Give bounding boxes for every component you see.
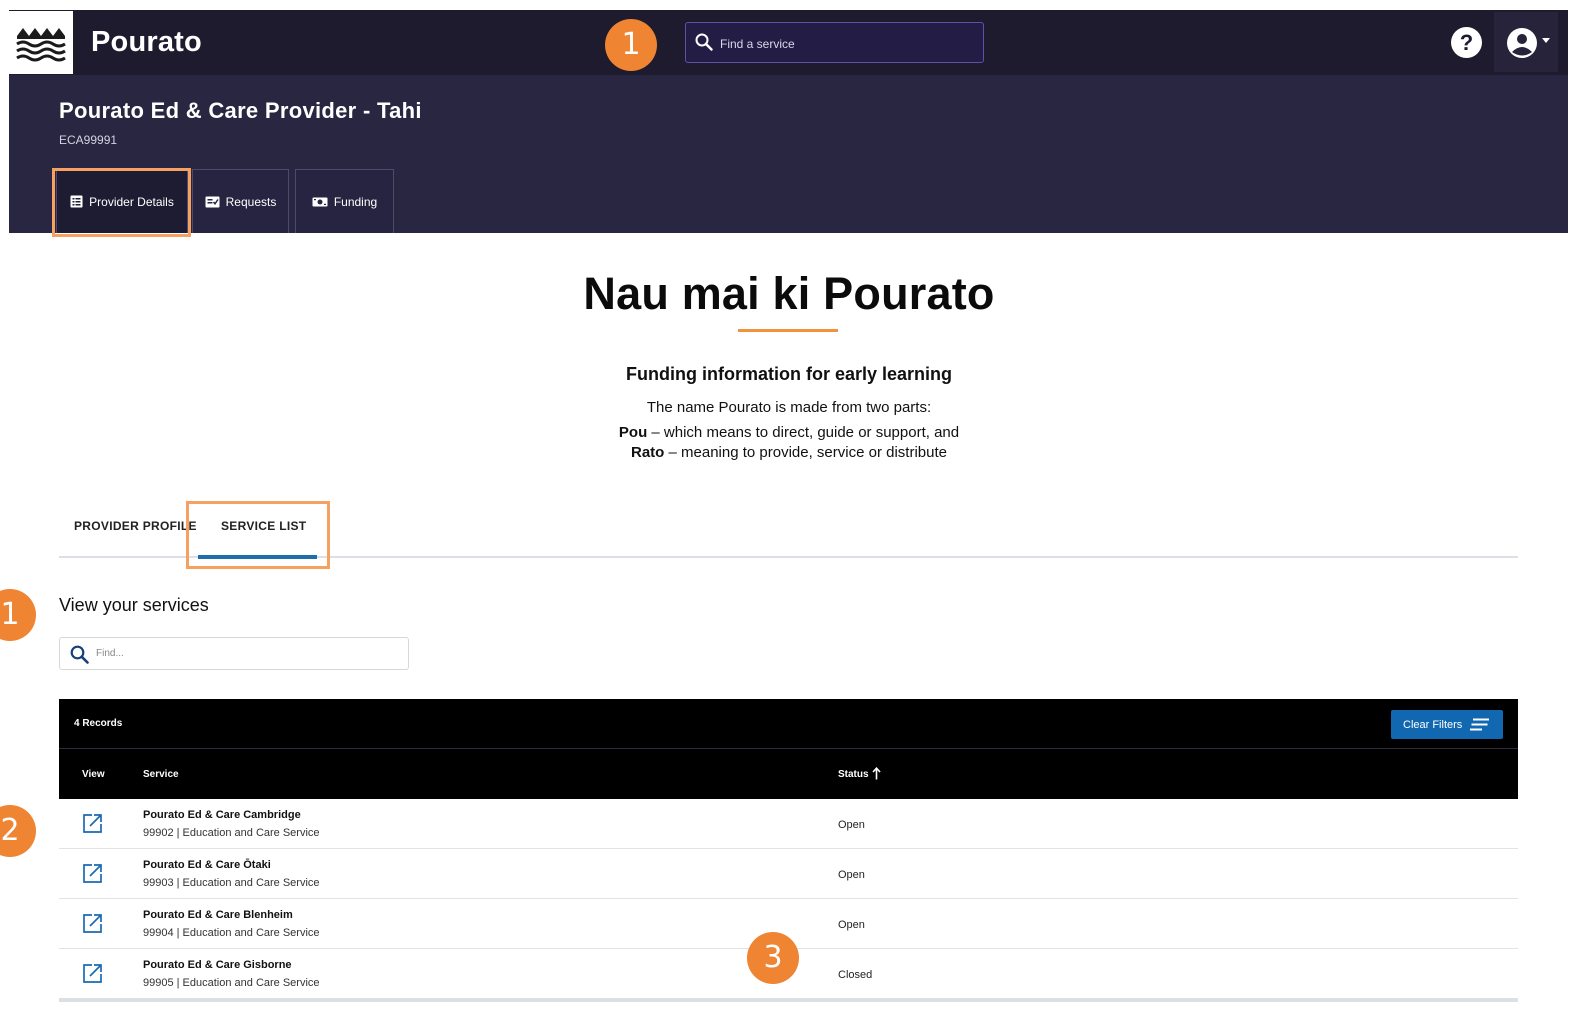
money-icon — [312, 197, 328, 206]
checklist-icon — [205, 196, 220, 207]
help-icon[interactable]: ? — [1451, 27, 1482, 58]
column-status[interactable]: Status — [838, 769, 869, 780]
table-row: Pourato Ed & Care Ōtaki 99903 | Educatio… — [59, 849, 1518, 899]
pou-term: Pou — [618, 424, 648, 441]
column-service[interactable]: Service — [143, 769, 179, 780]
chevron-down-icon — [1542, 38, 1550, 43]
clear-filters-button[interactable]: Clear Filters — [1391, 710, 1503, 739]
service-status: Open — [838, 919, 865, 931]
tab-provider-profile[interactable]: PROVIDER PROFILE — [74, 519, 197, 533]
search-icon — [695, 33, 713, 51]
service-description: 99905 | Education and Care Service — [143, 977, 320, 989]
highlight-provider-details — [52, 168, 191, 237]
open-external-icon[interactable] — [83, 864, 102, 883]
table-footer-line — [59, 998, 1518, 1002]
user-menu[interactable] — [1494, 12, 1558, 72]
service-status: Open — [838, 869, 865, 881]
service-description: 99904 | Education and Care Service — [143, 927, 320, 939]
provider-id: ECA99991 — [59, 133, 118, 147]
open-external-icon[interactable] — [83, 964, 102, 983]
pou-meaning: – which means to direct, guide or suppor… — [647, 424, 960, 441]
search-icon — [70, 645, 89, 664]
section-title: View your services — [59, 595, 209, 615]
service-status: Closed — [838, 969, 873, 981]
highlight-service-list — [186, 501, 330, 569]
sort-ascending-icon[interactable] — [872, 767, 881, 780]
hero-intro: The name Pourato is made from two parts: — [646, 399, 932, 416]
open-external-icon[interactable] — [83, 914, 102, 933]
filter-lines-icon — [1470, 718, 1489, 731]
table-header — [59, 699, 1518, 799]
service-name: Pourato Ed & Care Cambridge — [143, 809, 301, 821]
service-status: Open — [838, 819, 865, 831]
callout-badge: 1 — [605, 19, 657, 71]
column-view: View — [82, 769, 105, 780]
tab-funding[interactable]: Funding — [295, 169, 394, 233]
service-find-input[interactable]: Find... — [59, 637, 409, 670]
tab-requests[interactable]: Requests — [192, 169, 289, 233]
logo[interactable] — [9, 11, 73, 74]
provider-name: Pourato Ed & Care Provider - Tahi — [59, 98, 422, 123]
service-description: 99902 | Education and Care Service — [143, 827, 320, 839]
hero-subtitle: Funding information for early learning — [625, 364, 952, 384]
table-header-divider — [59, 748, 1518, 749]
waves-icon — [16, 27, 66, 61]
open-external-icon[interactable] — [83, 814, 102, 833]
service-description: 99903 | Education and Care Service — [143, 877, 320, 889]
hero-line-rato: Rato – meaning to provide, service or di… — [0, 444, 1578, 461]
service-name: Pourato Ed & Care Blenheim — [143, 909, 293, 921]
tab-label: Requests — [225, 194, 277, 209]
table-row: Pourato Ed & Care Cambridge 99902 | Educ… — [59, 799, 1518, 849]
service-name: Pourato Ed & Care Ōtaki — [143, 859, 271, 871]
rato-meaning: – meaning to provide, service or distrib… — [664, 444, 948, 461]
search-placeholder: Find a service — [720, 37, 795, 51]
rato-term: Rato — [631, 444, 665, 461]
service-name: Pourato Ed & Care Gisborne — [143, 959, 292, 971]
title-underline — [738, 329, 838, 332]
tab-label: Funding — [333, 194, 378, 209]
callout-badge: 3 — [747, 932, 799, 984]
find-service-search[interactable]: Find a service — [685, 22, 984, 63]
welcome-title: Nau mai ki Pourato — [583, 268, 995, 319]
brand-name[interactable]: Pourato — [91, 26, 202, 59]
hero-line-pou: Pou – which means to direct, guide or su… — [0, 424, 1578, 441]
user-account-icon — [1507, 28, 1537, 58]
record-count: 4 Records — [74, 718, 123, 729]
clear-filters-label: Clear Filters — [1403, 719, 1463, 731]
find-placeholder: Find... — [96, 648, 124, 659]
